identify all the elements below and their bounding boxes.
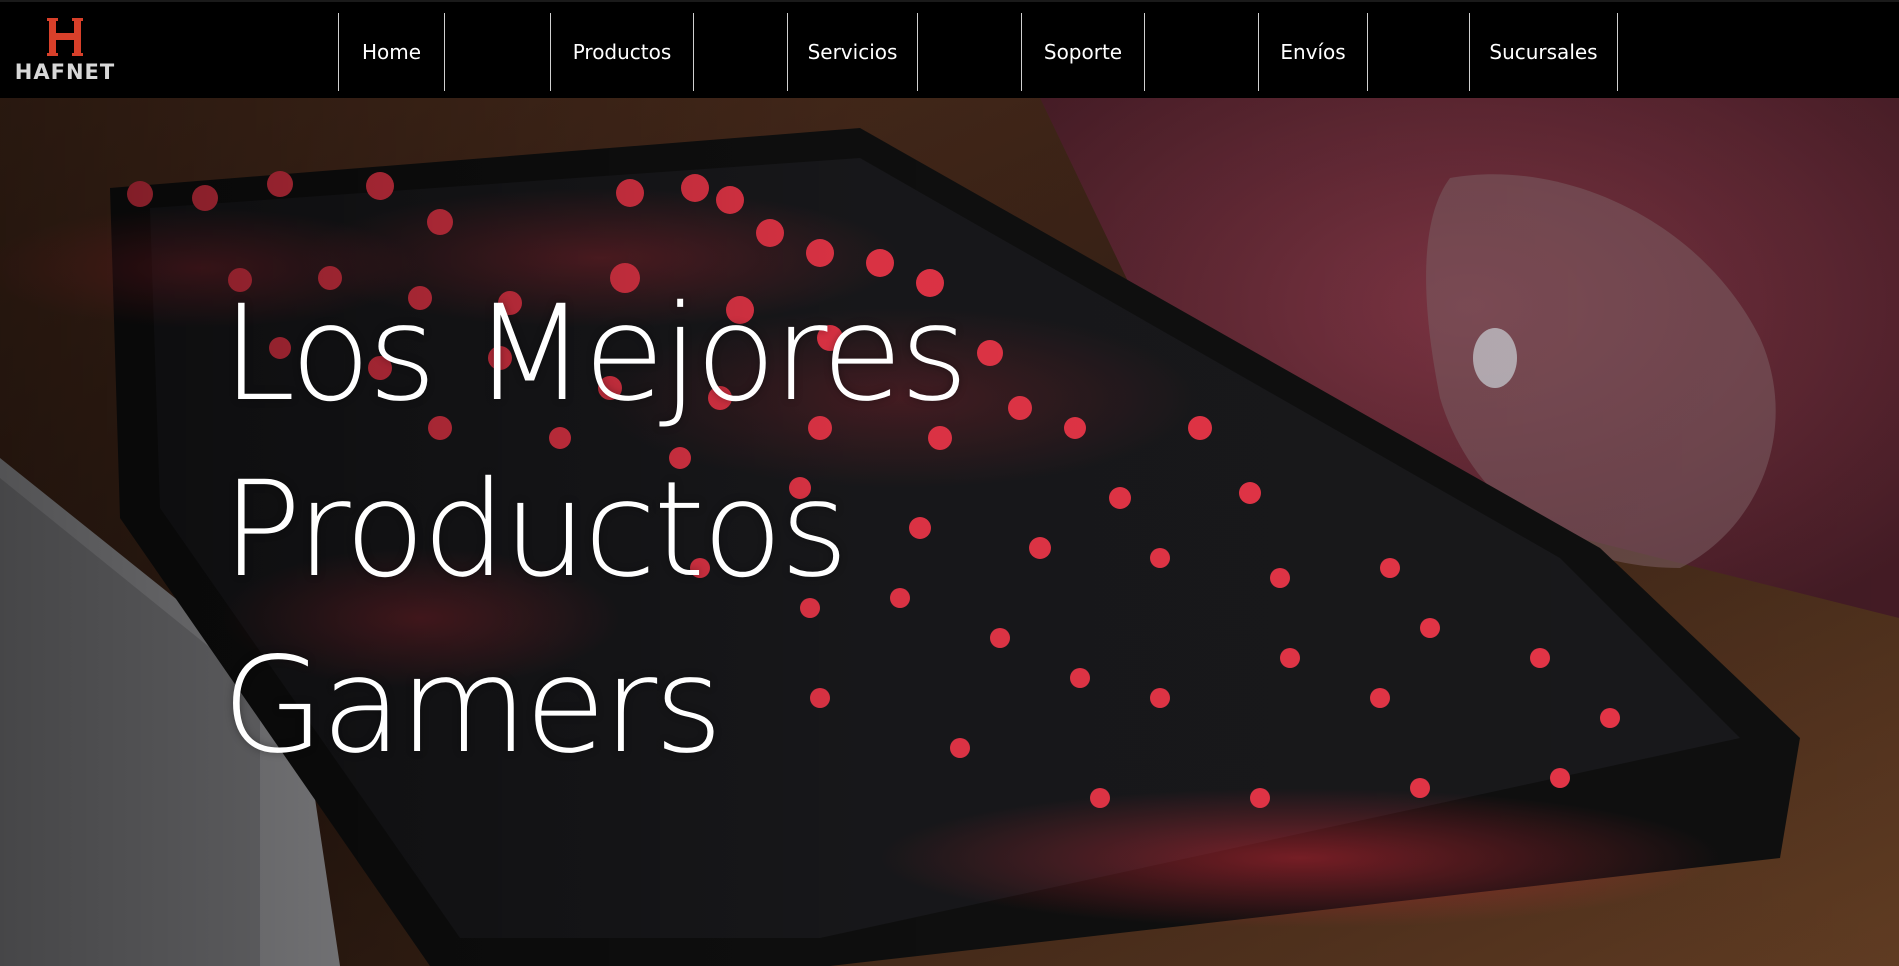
hero-headline-line-1: Los Mejores [222, 277, 969, 431]
nav-sucursales[interactable]: Sucursales [1469, 13, 1618, 91]
nav-productos[interactable]: Productos [550, 13, 694, 91]
hero-headline-line-3: Gamers [222, 629, 723, 783]
nav-servicios-label: Servicios [807, 40, 898, 64]
nav-soporte-label: Soporte [1043, 40, 1123, 64]
nav-envios[interactable]: Envíos [1258, 13, 1368, 91]
logo-h-icon [45, 16, 85, 58]
logo-wordmark: HAFNET [14, 60, 116, 84]
hero-headline: Los Mejores Productos Gamers [222, 266, 969, 794]
top-navbar: HAFNET Home Productos Servicios Soporte … [0, 0, 1899, 98]
nav-home-label: Home [361, 40, 422, 64]
nav-soporte[interactable]: Soporte [1021, 13, 1145, 91]
nav-servicios[interactable]: Servicios [787, 13, 918, 91]
hero-headline-line-2: Productos [222, 453, 849, 607]
nav-productos-label: Productos [572, 40, 672, 64]
hafnet-logo[interactable]: HAFNET [12, 16, 118, 88]
hero-banner: Los Mejores Productos Gamers [0, 98, 1899, 966]
nav-home[interactable]: Home [338, 13, 445, 91]
nav-envios-label: Envíos [1280, 40, 1346, 64]
nav-sucursales-label: Sucursales [1489, 40, 1598, 64]
